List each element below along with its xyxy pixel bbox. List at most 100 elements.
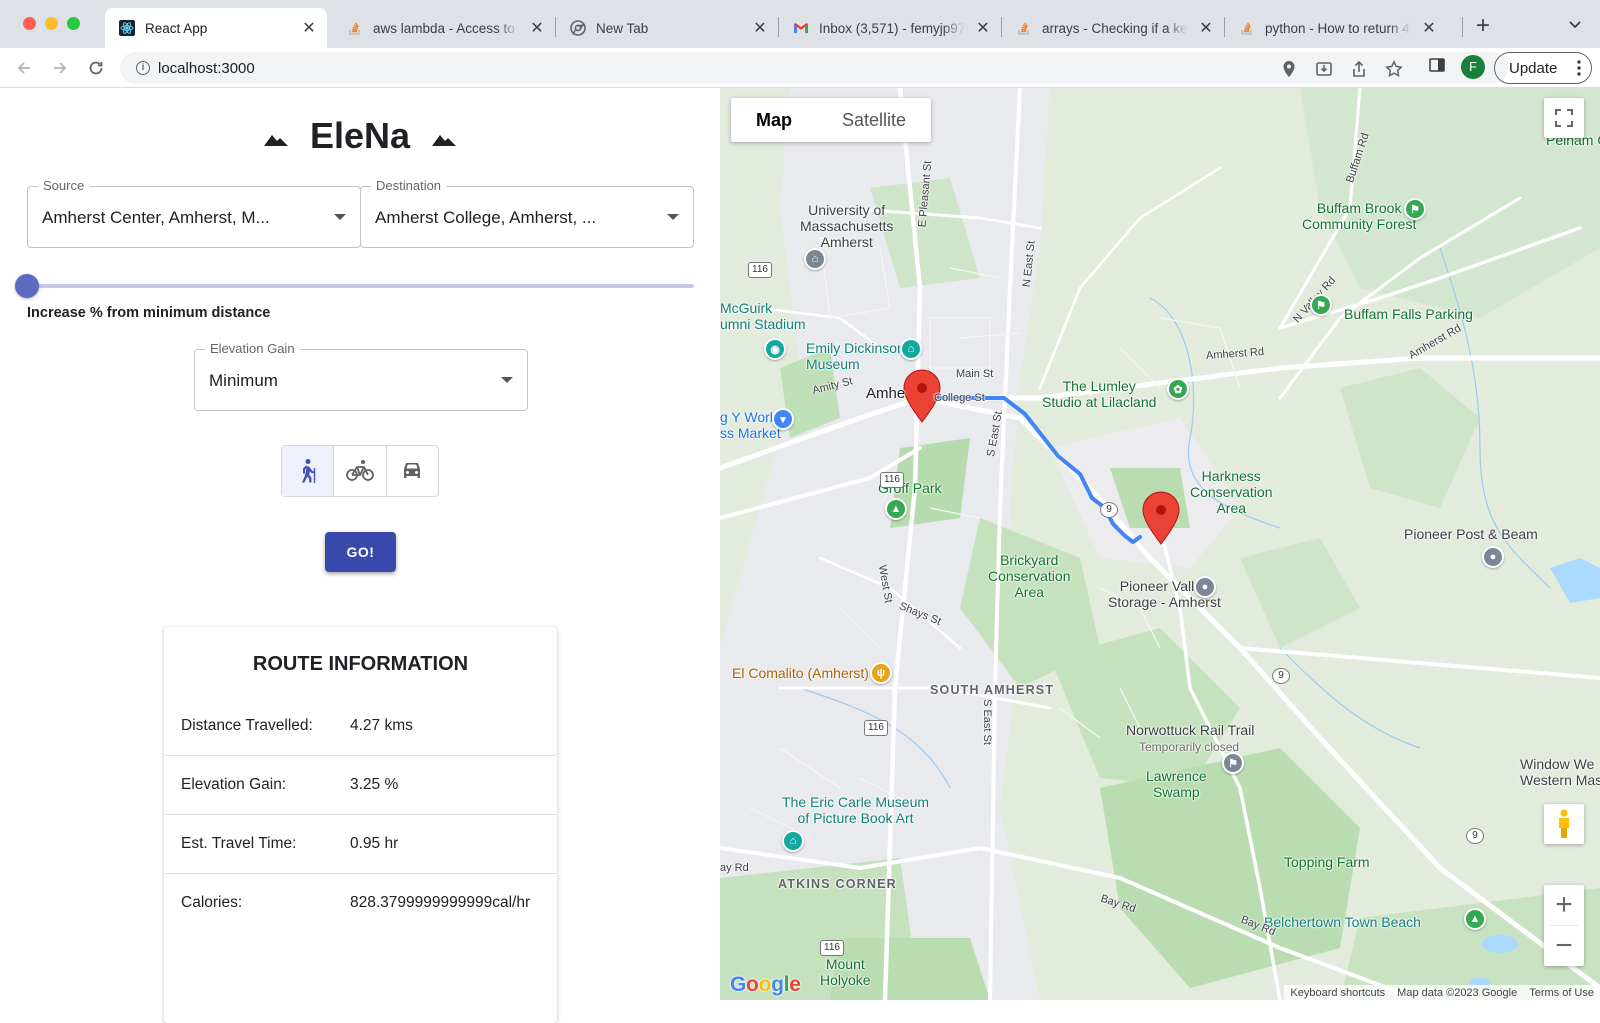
new-tab-icon[interactable]: + [1476,14,1490,38]
source-select[interactable]: Source Amherst Center, Amherst, M... [27,178,361,248]
mountain-icon [432,135,457,146]
close-tab-icon[interactable]: ✕ [1196,18,1216,38]
map-type-map-button[interactable]: Map [731,98,817,142]
car-mode-button[interactable] [387,446,438,496]
distance-slider-track[interactable] [27,284,694,288]
reload-icon[interactable] [84,56,108,80]
window-minimize-button[interactable] [45,17,58,30]
bookmark-star-icon[interactable] [1385,60,1403,78]
stadium-poi-icon[interactable]: ◉ [764,338,786,360]
browser-tab-new-tab[interactable]: New Tab ✕ [556,8,778,48]
eric-carle-museum-label[interactable]: The Eric Carle Museum of Picture Book Ar… [782,794,929,826]
dropdown-caret-icon[interactable] [334,214,346,220]
tab-search-chevron-icon[interactable] [1568,17,1582,36]
brickyard-conservation-label[interactable]: Brickyard Conservation Area [988,552,1071,600]
destination-select[interactable]: Destination Amherst College, Amherst, ..… [360,178,694,248]
more-menu-icon[interactable] [1577,59,1581,81]
go-button[interactable]: GO! [325,532,396,572]
close-tab-icon[interactable]: ✕ [973,18,993,38]
tab-title: Inbox (3,571) - femyjp97 [819,20,965,36]
museum-poi-icon[interactable]: ⌂ [782,830,804,852]
zoom-in-icon[interactable]: + [1544,885,1584,925]
park-tree-poi-icon[interactable]: ▲ [885,498,907,520]
map-type-satellite-button[interactable]: Satellite [817,98,931,142]
browser-tab-gmail[interactable]: Inbox (3,571) - femyjp97 ✕ [779,8,1001,48]
window-close-button[interactable] [23,17,36,30]
norwottuck-rail-trail-label[interactable]: Norwottuck Rail Trail [1126,722,1254,738]
site-info-icon[interactable]: i [136,61,150,75]
museum-poi-icon[interactable]: ⌂ [900,338,922,360]
close-tab-icon[interactable]: ✕ [299,18,319,38]
university-poi-icon[interactable]: ⌂ [804,248,826,270]
mount-holyoke-label[interactable]: Mount Holyoke [820,956,871,988]
map-data-credit: Map data ©2023 Google [1397,986,1518,999]
route-116-shield: 116 [820,940,844,956]
forward-arrow-icon[interactable] [48,56,72,80]
close-tab-icon[interactable]: ✕ [1419,18,1439,38]
mcguirk-stadium-label[interactable]: McGuirk umni Stadium [720,300,806,332]
browser-tab-react-app[interactable]: React App ✕ [105,8,327,48]
harkness-conservation-label[interactable]: Harkness Conservation Area [1190,468,1273,516]
map-view[interactable]: University of Massachusetts Amherst McGu… [720,88,1600,1000]
close-tab-icon[interactable]: ✕ [527,18,547,38]
browser-tab-arrays[interactable]: arrays - Checking if a key ✕ [1002,8,1224,48]
el-comalito-label[interactable]: El Comalito (Amherst) [732,665,869,681]
lawrence-swamp-label[interactable]: Lawrence Swamp [1146,768,1207,800]
shopping-cart-poi-icon[interactable]: ▾ [772,408,794,430]
location-pin-icon[interactable] [1280,60,1298,78]
destination-label: Destination [371,178,447,193]
emily-dickinson-museum-label[interactable]: Emily Dickinson Museum [806,340,905,372]
umass-label[interactable]: University of Massachusetts Amherst [800,202,893,250]
storage-poi-icon[interactable]: ● [1194,576,1216,598]
side-panel-icon[interactable] [1428,56,1446,74]
browser-tab-python[interactable]: python - How to return 4 ✕ [1225,8,1447,48]
belchertown-beach-label[interactable]: Belchertown Town Beach [1264,914,1421,930]
dropdown-caret-icon[interactable] [667,214,679,220]
pioneer-post-beam-label[interactable]: Pioneer Post & Beam [1404,526,1538,542]
route-information-title: ROUTE INFORMATION [252,653,469,675]
restaurant-poi-icon[interactable]: ψ [870,662,892,684]
stackoverflow-icon [1239,20,1255,36]
hiking-poi-icon[interactable]: ⚑ [1404,198,1426,220]
share-icon[interactable] [1350,60,1368,78]
address-bar[interactable]: i localhost:3000 [120,52,1508,84]
destination-value: Amherst College, Amherst, ... [375,208,597,227]
gmail-icon [793,20,809,36]
zoom-out-icon[interactable]: − [1544,926,1584,966]
close-tab-icon[interactable]: ✕ [750,18,770,38]
location-poi-icon[interactable]: ● [1482,546,1504,568]
back-arrow-icon[interactable] [12,56,36,80]
react-icon [119,20,135,36]
walking-icon [301,459,315,483]
window-zoom-button[interactable] [67,17,80,30]
buffam-brook-forest-label[interactable]: Buffam Brook Community Forest [1302,200,1416,232]
dropdown-caret-icon[interactable] [501,377,513,383]
street-view-pegman-button[interactable] [1544,804,1584,844]
distance-slider-thumb[interactable] [15,274,39,298]
walking-mode-button[interactable] [282,446,335,496]
route-9-shield: 9 [1100,502,1118,518]
buffam-falls-parking-label[interactable]: Buffam Falls Parking [1344,306,1473,322]
tab-title: arrays - Checking if a key [1042,20,1188,36]
install-app-icon[interactable] [1315,60,1333,78]
browser-toolbar: i localhost:3000 F Update [0,48,1600,88]
beach-tree-poi-icon[interactable]: ▲ [1464,908,1486,930]
profile-avatar[interactable]: F [1461,55,1485,79]
bike-mode-button[interactable] [334,446,387,496]
browser-tab-aws-lambda[interactable]: aws lambda - Access to ✕ [333,8,555,48]
terms-of-use-link[interactable]: Terms of Use [1523,987,1600,999]
hiking-poi-icon[interactable]: ⚑ [1310,294,1332,316]
update-button[interactable]: Update [1494,52,1592,84]
window-western-mass-label[interactable]: Window We Western Massach [1520,756,1600,788]
map-attribution: Keyboard shortcuts Map data ©2023 Google… [1284,985,1600,1000]
trail-poi-icon[interactable]: ⚑ [1222,752,1244,774]
lumley-studio-label[interactable]: The Lumley Studio at Lilacland [1042,378,1156,410]
world-market-label[interactable]: g Y World ss Market [720,409,781,441]
route-9-shield: 9 [1272,668,1290,684]
garden-poi-icon[interactable]: ✿ [1167,378,1189,400]
keyboard-shortcuts-link[interactable]: Keyboard shortcuts [1284,987,1391,999]
fullscreen-button[interactable] [1544,98,1584,138]
amherst-town-label[interactable]: Amhe [866,386,905,402]
topping-farm-label[interactable]: Topping Farm [1284,854,1370,870]
elevation-gain-select[interactable]: Elevation Gain Minimum [194,341,528,411]
